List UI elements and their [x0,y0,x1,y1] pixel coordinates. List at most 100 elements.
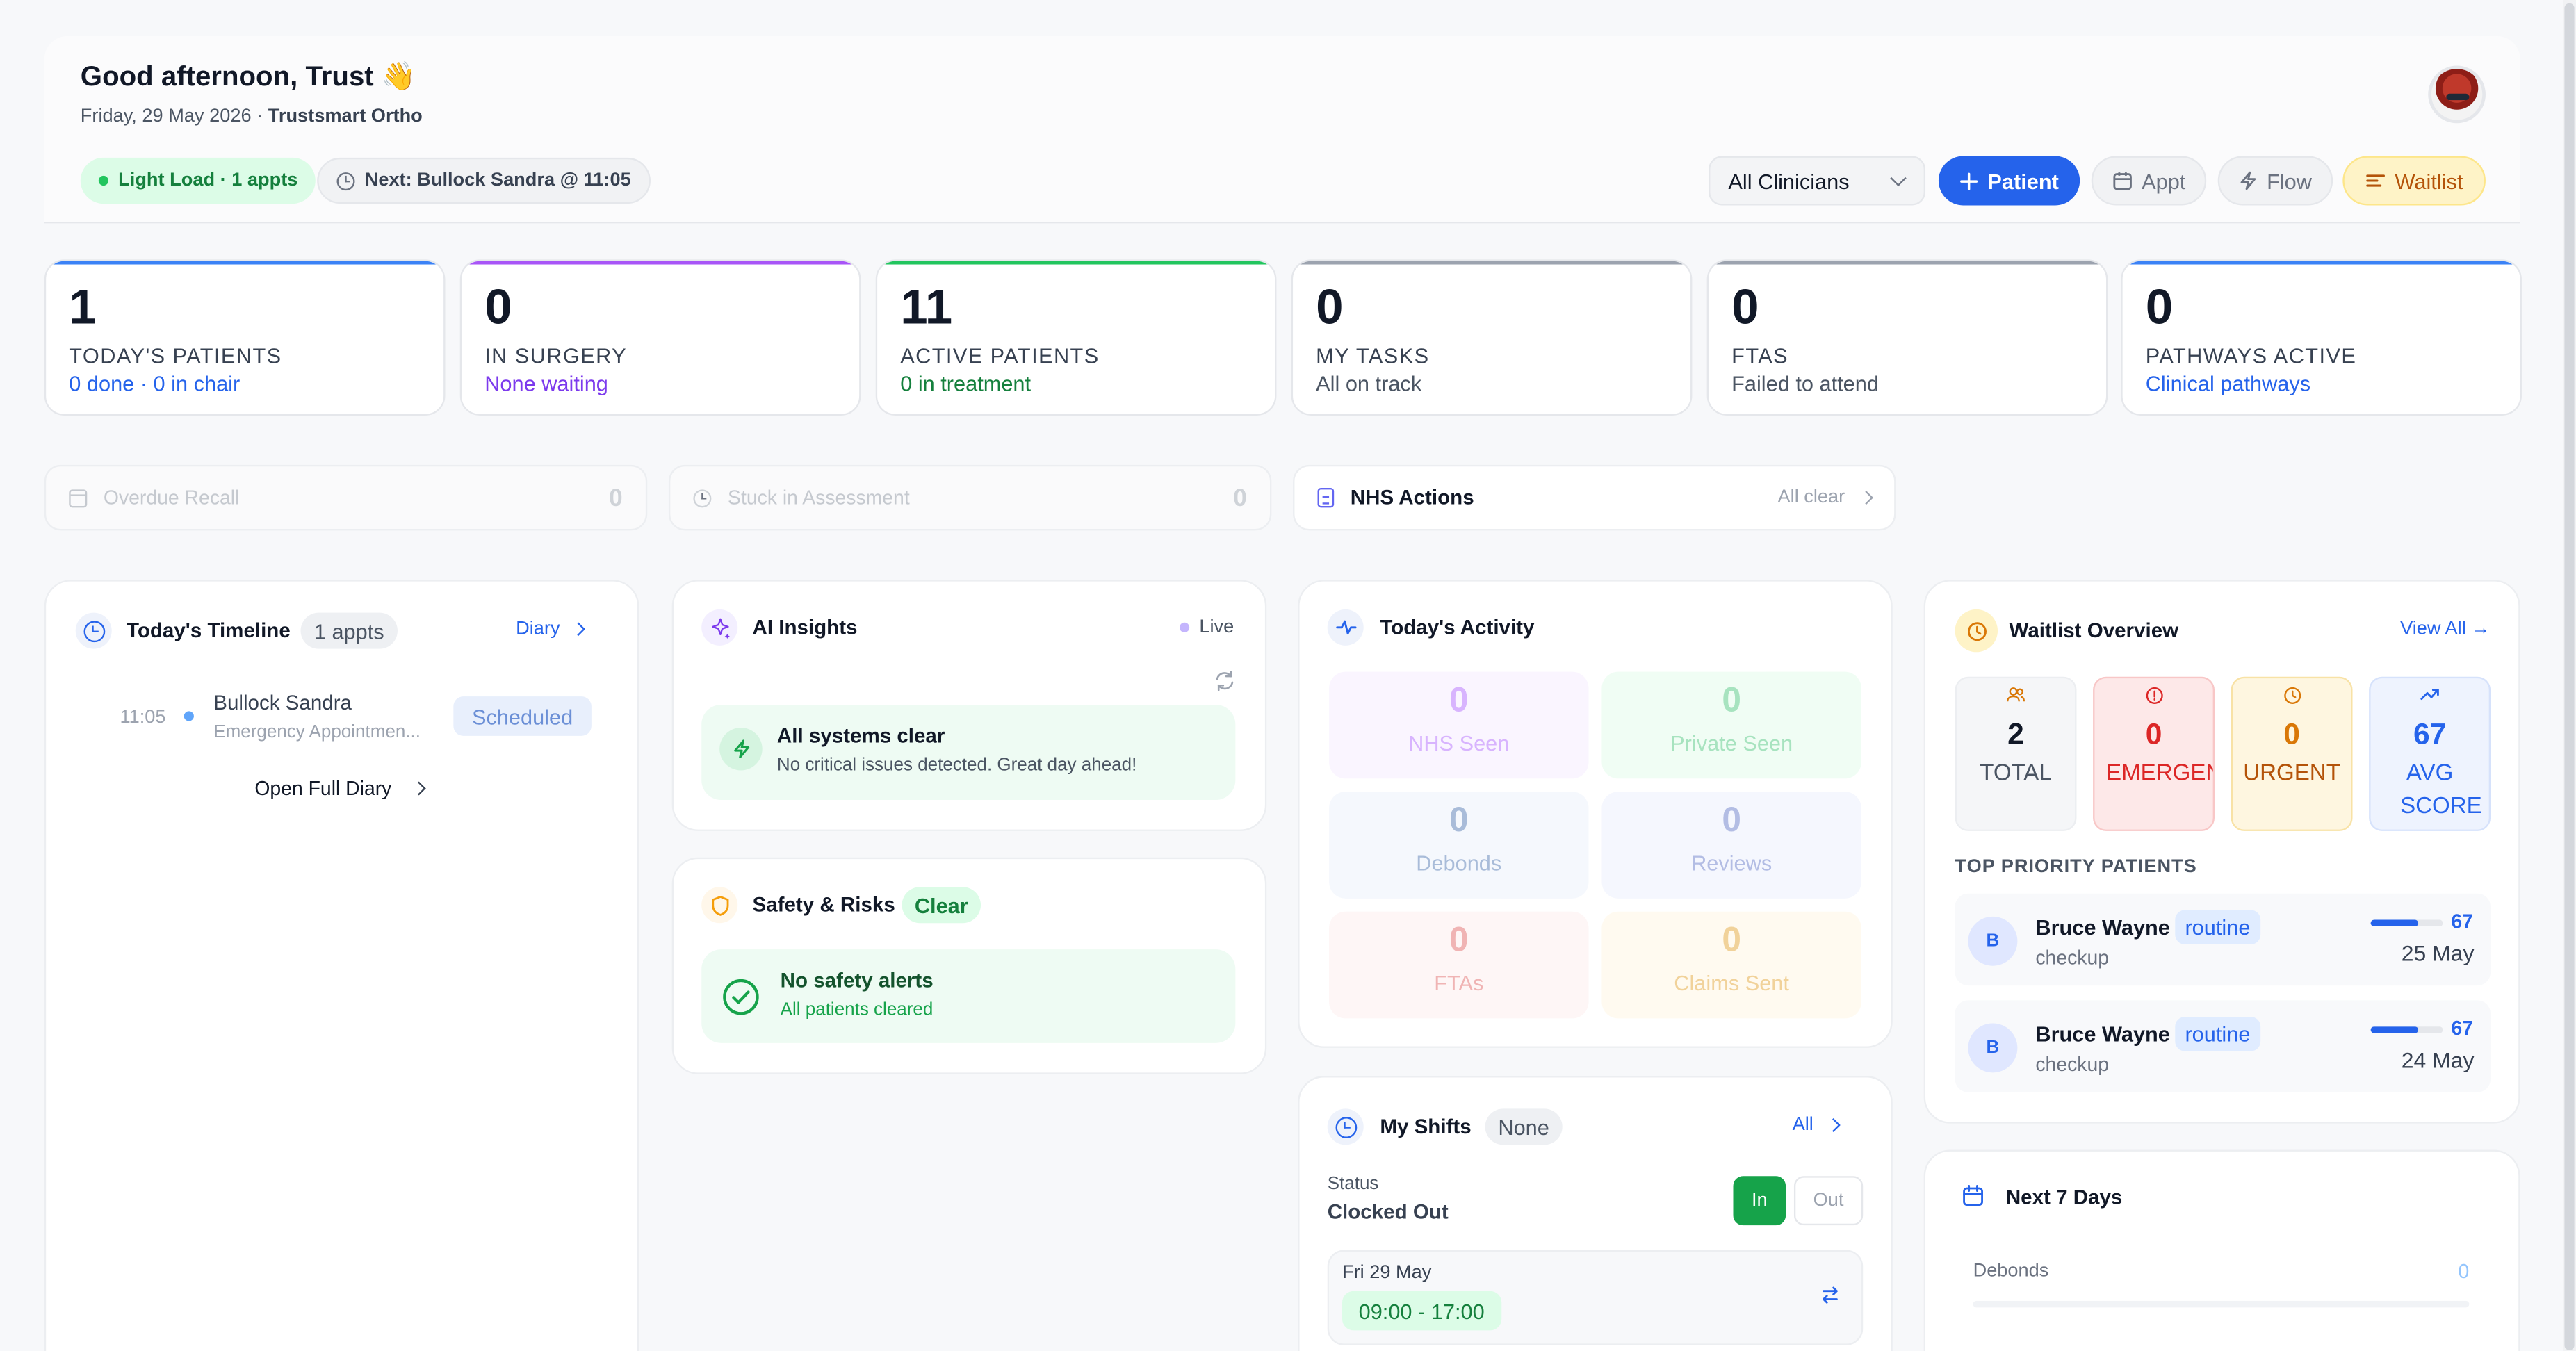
plus-icon [1959,172,1978,190]
patient-name: Bruce Wayne [2035,915,2170,940]
stat-value: 1 [69,281,97,336]
timeline-item[interactable]: 11:05 Bullock Sandra Emergency Appointme… [99,687,608,753]
stat-sub: All on track [1316,371,1422,396]
users-icon [1957,687,2075,708]
scrollbar[interactable] [2563,0,2576,1351]
lightning-icon [719,728,763,771]
stuck-assessment-strip[interactable]: Stuck in Assessment 0 [668,464,1272,531]
clock-out-button[interactable]: Out [1793,1176,1864,1226]
refresh-icon[interactable] [1214,670,1236,700]
priority-patient-row[interactable]: B Bruce Wayne routine checkup 67 25 May [1955,893,2491,986]
add-patient-button[interactable]: Patient [1938,156,2080,206]
open-full-diary-link[interactable]: Open Full Diary [254,776,427,801]
next-7-days-row[interactable]: Debonds 0 [1973,1259,2470,1311]
stat-card-ftas[interactable]: 0 FTAS Failed to attend [1706,259,2108,416]
stat-sub: Failed to attend [1731,371,1879,396]
waitlist-avg-score-label: AVG SCORE [2400,758,2482,819]
patient-score-bar [2370,1026,2443,1033]
date-line: Friday, 29 May 2026 · Trustsmart Ortho [81,107,423,126]
waitlist-view-all-link[interactable]: View All → [2400,619,2490,639]
stat-card-in-surgery[interactable]: 0 IN SURGERY None waiting [459,259,861,416]
clinician-select[interactable]: All Clinicians [1709,156,1926,206]
safety-risks-title: Safety & Risks [752,893,895,917]
overdue-recall-label: Overdue Recall [103,486,240,509]
stat-label: FTAS [1731,343,1789,368]
activity-title: Today's Activity [1380,616,1535,639]
greeting: Good afternoon, Trust 👋 [80,60,416,92]
tile-label: FTAs [1434,970,1484,996]
nhs-actions-strip[interactable]: NHS Actions All clear [1293,464,1896,531]
clock-icon [1327,1108,1364,1145]
scrollbar-thumb[interactable] [2564,3,2575,1350]
activity-tile-claims-sent[interactable]: 0 Claims Sent [1601,911,1861,1019]
tile-value: 0 [1722,801,1741,840]
swap-glyph [1823,1286,1838,1304]
stat-card-my-tasks[interactable]: 0 MY TASKS All on track [1291,259,1693,416]
waitlist-title: Waitlist Overview [2009,619,2179,643]
stat-value: 0 [1316,281,1344,336]
check-circle-glyph [723,979,759,1015]
stat-card-todays-patients[interactable]: 1 TODAY'S PATIENTS 0 done · 0 in chair [44,259,446,416]
clock-icon [1955,609,1998,653]
waitlist-urgent-box[interactable]: 0 URGENT [2231,676,2353,831]
avatar[interactable] [2428,65,2486,124]
chevron-right-icon [412,781,427,796]
activity-tile-private-seen[interactable]: 0 Private Seen [1601,671,1861,779]
safety-status-title: No safety alerts [780,969,934,992]
diary-link-label: Diary [516,619,560,639]
swap-icon[interactable] [1820,1284,1840,1314]
clock-icon [75,612,112,649]
tile-value: 0 [1449,681,1469,720]
shift-status-value: Clocked Out [1327,1200,1449,1224]
patient-score-fill [2370,919,2420,927]
shifts-count-badge: None [1485,1108,1563,1145]
patient-score-fill [2370,1026,2420,1033]
activity-tile-reviews[interactable]: 0 Reviews [1601,792,1861,899]
priority-patient-row[interactable]: B Bruce Wayne routine checkup 67 24 May [1955,1000,2491,1092]
status-dot-icon [98,175,108,186]
new-appointment-button[interactable]: Appt [2091,156,2207,206]
waitlist-total-box[interactable]: 2 TOTAL [1955,676,2077,831]
top-priority-heading: TOP PRIORITY PATIENTS [1955,857,2197,878]
current-date: Friday, 29 May 2026 [80,106,252,126]
waitlist-button[interactable]: Waitlist [2342,156,2486,206]
open-full-diary-label: Open Full Diary [254,776,392,801]
shield-glyph [711,894,728,915]
activity-tile-debonds[interactable]: 0 Debonds [1329,792,1589,899]
tile-label: Claims Sent [1674,970,1789,996]
flow-button[interactable]: Flow [2217,156,2333,206]
patient-priority-tag: routine [2175,910,2260,945]
activity-icon [1327,609,1364,646]
shift-card[interactable]: Fri 29 May 09:00 - 17:00 [1327,1250,1864,1345]
waitlist-emergency-box[interactable]: 0 EMERGENCY [2093,676,2215,831]
live-label: Live [1199,617,1234,638]
waitlist-avg-score-value: 67 [2413,717,2447,751]
overdue-recall-strip[interactable]: Overdue Recall 0 [44,464,648,531]
alert-glyph [2145,687,2162,704]
patient-score: 67 [2451,910,2473,933]
shifts-all-link[interactable]: All [1793,1115,1841,1135]
stat-card-pathways-active[interactable]: 0 PATHWAYS ACTIVE Clinical pathways [2121,259,2522,416]
new-appointment-label: Appt [2142,168,2186,193]
timeline-item-type: Emergency Appointmen... [213,722,421,743]
stat-label: PATHWAYS ACTIVE [2145,343,2357,368]
patient-score: 67 [2451,1017,2473,1040]
flow-label: Flow [2267,168,2312,193]
next-7-days-row-label: Debonds [1973,1261,2049,1282]
clock-in-label: In [1751,1190,1768,1211]
tile-value: 0 [1722,921,1741,960]
diary-link[interactable]: Diary [516,619,585,639]
document-icon [1317,487,1335,508]
lightning-glyph [733,739,749,759]
activity-tile-nhs-seen[interactable]: 0 NHS Seen [1329,671,1589,779]
next-7-days-row-value: 0 [2458,1259,2470,1283]
timeline-item-name: Bullock Sandra [213,691,352,715]
waitlist-total-value: 2 [2007,717,2024,751]
activity-tile-ftas[interactable]: 0 FTAs [1329,911,1589,1019]
waitlist-avg-score-box[interactable]: 67 AVG SCORE [2369,676,2491,831]
clock-in-button[interactable]: In [1733,1176,1786,1226]
stat-card-active-patients[interactable]: 11 ACTIVE PATIENTS 0 in treatment [875,259,1277,416]
clinician-select-value: All Clinicians [1728,168,1850,193]
next-appointment-pill[interactable]: Next: Bullock Sandra @ 11:05 [317,157,651,204]
waitlist-emergency-label: EMERGENCY [2106,758,2213,785]
